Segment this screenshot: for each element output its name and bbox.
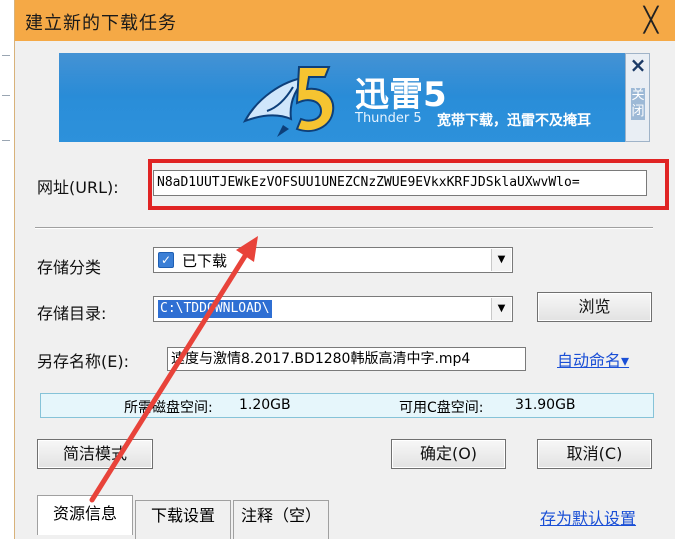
brand-title: 迅雷5 — [355, 75, 447, 115]
disk-space-bar: 所需磁盘空间: 1.20GB 可用C盘空间: 31.90GB — [40, 393, 654, 418]
directory-label: 存储目录: — [37, 304, 107, 323]
available-space-value: 31.90GB — [515, 397, 576, 413]
separator — [35, 227, 653, 229]
save-default-link[interactable]: 存为默认设置 — [540, 505, 636, 529]
banner-close-icon[interactable]: × — [629, 54, 647, 76]
brand-subtitle: Thunder 5 — [355, 111, 422, 126]
tab-notes[interactable]: 注释（空） — [233, 500, 329, 539]
checkbox-icon: ✓ — [158, 252, 174, 268]
thunder-logo-icon — [242, 66, 335, 137]
required-space-label: 所需磁盘空间: — [124, 400, 213, 416]
directory-value: C:\TDDOWNLOAD\ — [158, 300, 272, 318]
simple-mode-button[interactable]: 简洁模式 — [37, 439, 153, 469]
save-name-input[interactable]: 速度与激情8.2017.BD1280韩版高清中字.mp4 — [167, 347, 526, 371]
available-space-label: 可用C盘空间: — [399, 400, 484, 416]
chevron-down-icon[interactable]: ▼ — [491, 298, 511, 320]
directory-select[interactable]: C:\TDDOWNLOAD\ ▼ — [153, 296, 513, 322]
window-title: 建立新的下载任务 — [25, 13, 177, 34]
banner-close-label: 关闭 — [631, 88, 645, 120]
tab-download-settings[interactable]: 下载设置 — [135, 500, 231, 539]
background-window-edge — [0, 0, 14, 539]
url-label: 网址(URL): — [37, 178, 119, 197]
required-space-value: 1.20GB — [239, 397, 291, 413]
thunder-banner: 迅雷5 Thunder 5 宽带下载，迅雷不及掩耳 — [59, 53, 625, 142]
category-label: 存储分类 — [37, 258, 102, 277]
brand-slogan: 宽带下载，迅雷不及掩耳 — [437, 113, 591, 129]
chevron-down-icon[interactable]: ▼ — [491, 249, 511, 271]
close-window-button[interactable]: ╳ — [636, 6, 666, 36]
tab-resource-info[interactable]: 资源信息 — [37, 495, 133, 535]
cancel-button[interactable]: 取消(C) — [537, 439, 652, 469]
auto-name-link[interactable]: 自动命名▾ — [557, 347, 629, 371]
banner-close-button[interactable]: × 关闭 — [625, 53, 650, 142]
category-select[interactable]: ✓ 已下载 ▼ — [153, 247, 513, 273]
url-input[interactable]: N8aD1UUTJEWkEzVOFSUU1UNEZCNzZWUE9EVkxKRF… — [153, 170, 647, 196]
category-value: 已下载 — [182, 252, 228, 270]
new-download-dialog: 建立新的下载任务 ╳ 迅雷5 Thunder 5 宽带下载，迅雷不及掩耳 × 关… — [14, 0, 675, 539]
title-bar: 建立新的下载任务 ╳ — [15, 0, 675, 41]
ok-button[interactable]: 确定(O) — [391, 439, 506, 469]
browse-button[interactable]: 浏览 — [537, 292, 652, 322]
save-name-label: 另存名称(E): — [37, 352, 129, 371]
